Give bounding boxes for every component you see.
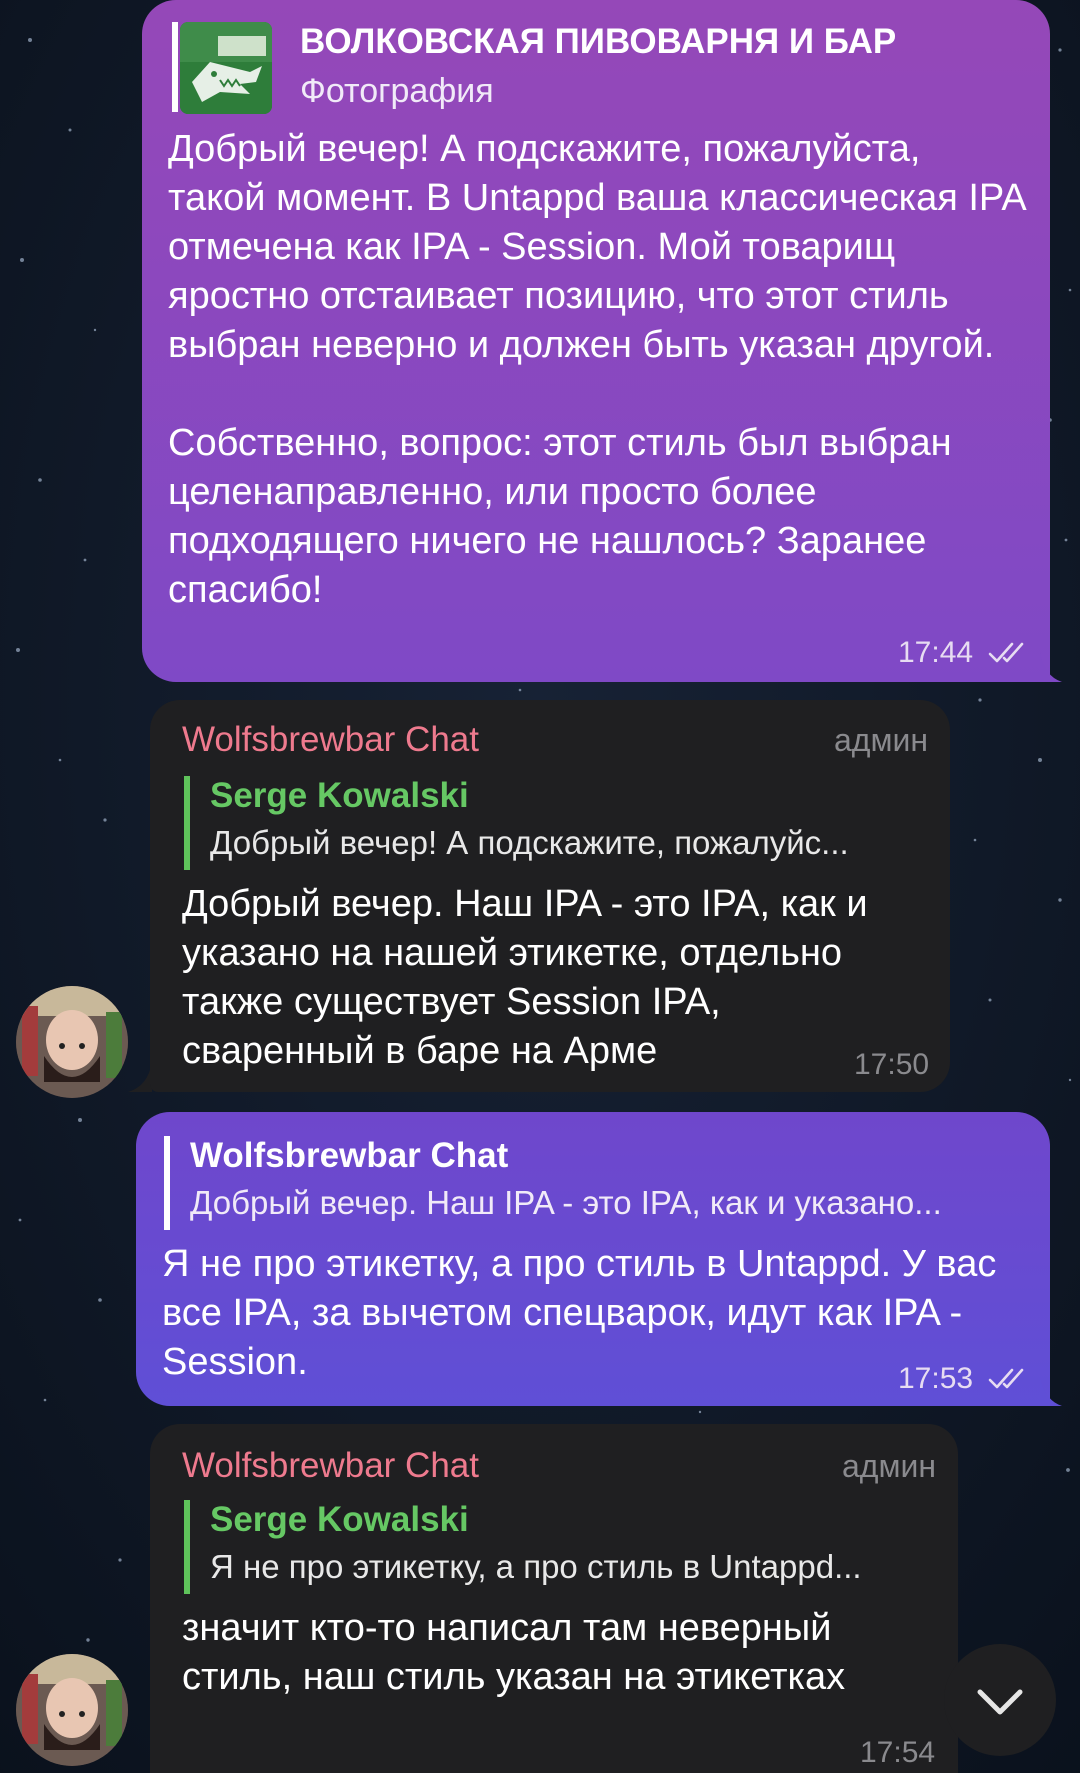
sender-name[interactable]: Wolfsbrewbar Chat xyxy=(182,1446,479,1486)
reply-text: Добрый вечер! А подскажите, пожалуйс... xyxy=(210,824,849,861)
wolf-logo-thumbnail xyxy=(180,22,272,114)
reply-title: ВОЛКОВСКАЯ ПИВОВАРНЯ И БАР xyxy=(300,22,897,61)
admin-badge: админ xyxy=(841,1448,936,1484)
reply-preview[interactable]: ВОЛКОВСКАЯ ПИВОВАРНЯ И БАР Фотография xyxy=(172,22,992,114)
chevron-down-icon xyxy=(977,1689,1023,1715)
reply-author: Serge Kowalski xyxy=(210,1500,469,1539)
reply-author: Serge Kowalski xyxy=(210,776,469,815)
bubble-tail xyxy=(1040,1376,1062,1406)
reply-preview[interactable]: Wolfsbrewbar Chat Добрый вечер. Наш IPA … xyxy=(164,1136,1030,1230)
bubble-tail xyxy=(128,1062,152,1092)
message-text: Добрый вечер. Наш IPA - это IPA, как и у… xyxy=(182,883,879,1072)
message-time: 17:53 xyxy=(898,1362,974,1395)
user-avatar[interactable] xyxy=(16,986,128,1098)
reply-author: Wolfsbrewbar Chat xyxy=(190,1136,509,1175)
reply-preview[interactable]: Serge Kowalski Я не про этикетку, а про … xyxy=(184,1500,934,1594)
outgoing-message[interactable]: Wolfsbrewbar Chat Добрый вечер. Наш IPA … xyxy=(136,1112,1050,1406)
admin-badge: админ xyxy=(833,722,928,758)
reply-text: Я не про этикетку, а про стиль в Untappd… xyxy=(210,1548,862,1585)
reply-preview[interactable]: Serge Kowalski Добрый вечер! А подскажит… xyxy=(184,776,924,870)
sender-name[interactable]: Wolfsbrewbar Chat xyxy=(182,720,479,760)
incoming-message[interactable]: Wolfsbrewbar Chat админ Serge Kowalski Д… xyxy=(150,700,950,1092)
message-time: 17:44 xyxy=(898,636,974,669)
message-text: Добрый вечер! А подскажите, пожалуйста, … xyxy=(168,128,1025,611)
outgoing-message[interactable]: ВОЛКОВСКАЯ ПИВОВАРНЯ И БАР Фотография До… xyxy=(142,0,1050,682)
bubble-tail xyxy=(1040,652,1062,682)
scroll-down-button[interactable] xyxy=(944,1644,1056,1756)
double-check-icon xyxy=(988,642,1024,663)
reply-text: Добрый вечер. Наш IPA - это IPA, как и у… xyxy=(190,1184,942,1221)
double-check-icon xyxy=(988,1368,1024,1389)
message-time: 17:50 xyxy=(854,1048,930,1081)
message-text: Я не про этикетку, а про стиль в Untappd… xyxy=(162,1243,1007,1383)
user-avatar[interactable] xyxy=(16,1654,128,1766)
message-time: 17:54 xyxy=(860,1736,936,1769)
reply-subtitle: Фотография xyxy=(300,72,494,110)
message-text: значит кто-то написал там неверный стиль… xyxy=(182,1607,846,1698)
incoming-message[interactable]: Wolfsbrewbar Chat админ Serge Kowalski Я… xyxy=(150,1424,958,1773)
